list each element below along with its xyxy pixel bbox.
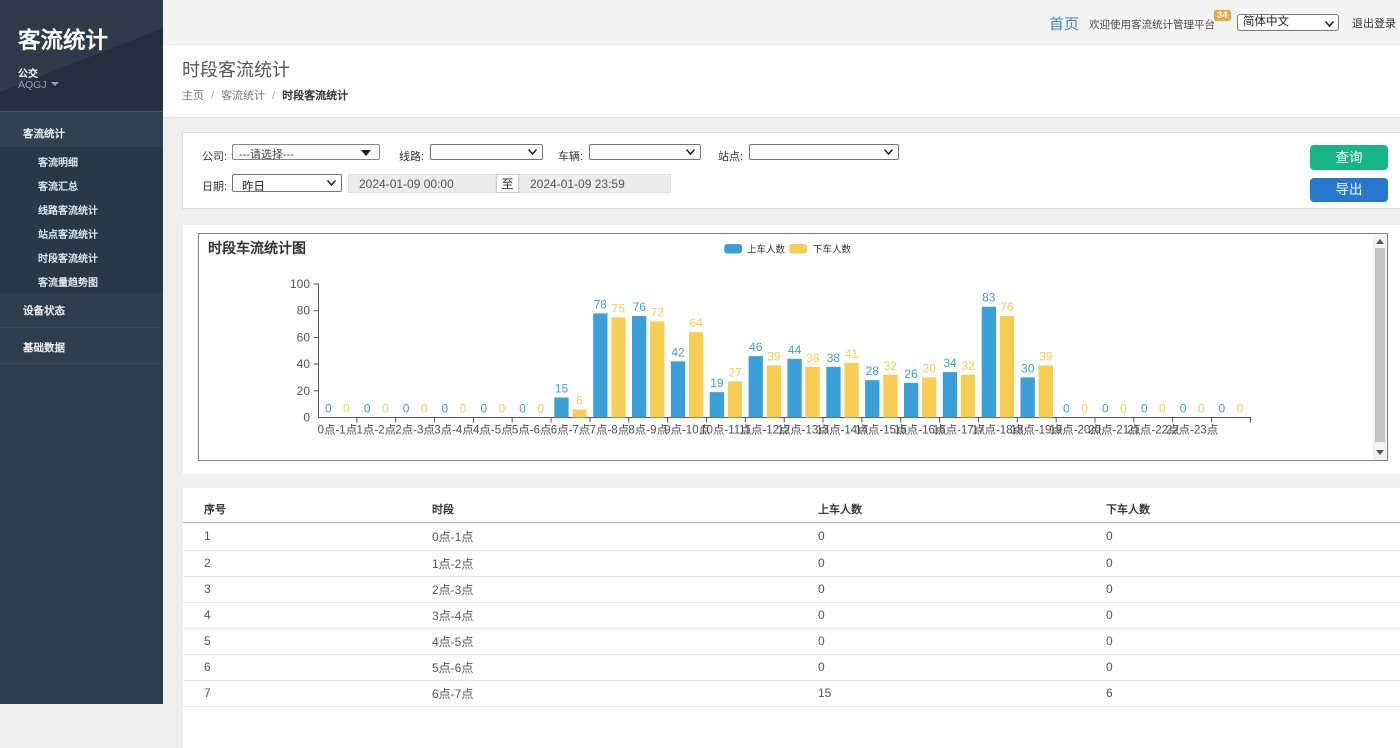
svg-text:42: 42 [671,345,685,359]
svg-text:5点-6点: 5点-6点 [512,424,552,437]
svg-text:60: 60 [297,330,311,344]
svg-text:26: 26 [904,367,918,381]
svg-text:15: 15 [555,382,569,396]
svg-text:0: 0 [1237,402,1244,416]
svg-text:38: 38 [827,351,841,365]
svg-text:0: 0 [1081,402,1088,416]
svg-text:0: 0 [1141,402,1148,416]
svg-text:4点-5点: 4点-5点 [473,424,513,437]
svg-text:0: 0 [519,402,526,416]
svg-text:0: 0 [1219,402,1226,416]
svg-text:0: 0 [303,411,310,425]
svg-text:83: 83 [982,291,996,305]
svg-text:32: 32 [884,359,898,373]
svg-text:32: 32 [961,359,975,373]
svg-text:27: 27 [728,366,742,380]
svg-text:46: 46 [749,340,763,354]
svg-text:76: 76 [1000,300,1014,314]
svg-text:0: 0 [1159,402,1166,416]
svg-text:34: 34 [943,356,957,370]
svg-text:0: 0 [382,402,389,416]
svg-text:39: 39 [1039,349,1053,363]
svg-text:0: 0 [403,402,410,416]
svg-text:30: 30 [1021,361,1035,375]
svg-text:8点-9点: 8点-9点 [628,424,668,437]
svg-text:3点-4点: 3点-4点 [434,424,474,437]
svg-text:0: 0 [325,402,332,416]
svg-text:76: 76 [633,300,647,314]
svg-text:0: 0 [480,402,487,416]
svg-text:0: 0 [1102,402,1109,416]
svg-text:100: 100 [290,277,310,291]
svg-text:40: 40 [297,357,311,371]
svg-text:0: 0 [1063,402,1070,416]
svg-text:6: 6 [576,394,583,408]
svg-text:78: 78 [594,297,608,311]
svg-text:0: 0 [343,402,350,416]
svg-text:1点-2点: 1点-2点 [356,424,396,437]
svg-text:80: 80 [297,304,311,318]
svg-text:28: 28 [866,364,880,378]
svg-text:22点-23点: 22点-23点 [1166,424,1218,437]
svg-text:64: 64 [689,316,703,330]
svg-text:72: 72 [651,305,665,319]
svg-text:30: 30 [923,361,937,375]
svg-text:38: 38 [806,351,820,365]
svg-text:7点-8点: 7点-8点 [590,424,630,437]
svg-text:0: 0 [1180,402,1187,416]
svg-text:2点-3点: 2点-3点 [395,424,435,437]
svg-text:39: 39 [767,349,781,363]
svg-text:0点-1点: 0点-1点 [318,424,358,437]
svg-text:6点-7点: 6点-7点 [551,424,591,437]
svg-text:20: 20 [297,384,311,398]
svg-text:0: 0 [1198,402,1205,416]
svg-text:0: 0 [364,402,371,416]
svg-text:75: 75 [612,301,626,315]
svg-text:0: 0 [537,402,544,416]
svg-text:0: 0 [1120,402,1127,416]
svg-text:0: 0 [460,402,467,416]
svg-text:0: 0 [442,402,449,416]
svg-text:44: 44 [788,343,802,357]
svg-text:0: 0 [421,402,428,416]
svg-text:19: 19 [710,376,724,390]
svg-text:41: 41 [845,347,859,361]
svg-text:0: 0 [499,402,506,416]
